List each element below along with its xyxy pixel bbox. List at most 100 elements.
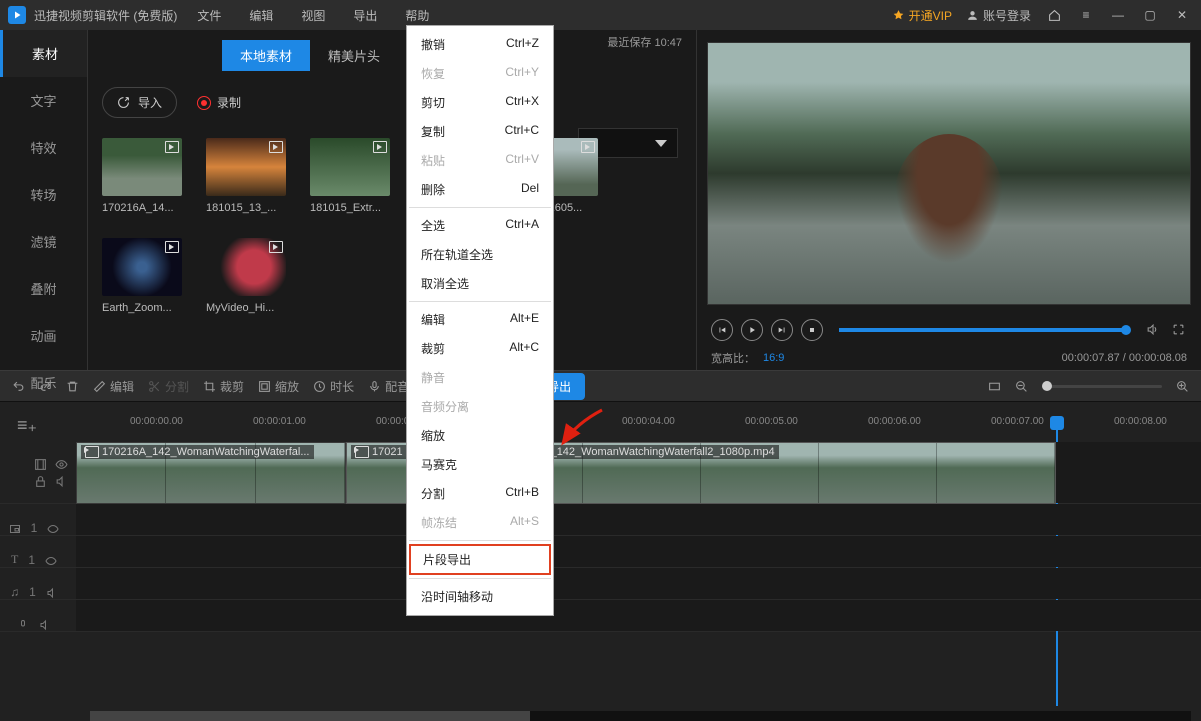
menu-export[interactable]: 导出 [353,7,377,24]
titlebar: 迅捷视频剪辑软件 (免费版) 文件 编辑 视图 导出 帮助 开通VIP 账号登录… [0,0,1201,30]
ctx-裁剪[interactable]: 裁剪Alt+C [407,334,553,363]
ctx-马赛克[interactable]: 马赛克 [407,450,553,479]
edit-button[interactable]: 编辑 [93,378,134,395]
redo-button[interactable] [39,380,52,393]
nav-overlay[interactable]: 叠附 [0,265,87,312]
record-button[interactable]: 录制 [197,94,241,111]
import-button[interactable]: 导入 [102,87,177,118]
preview-panel: 宽高比： 16:9 00:00:07.87 / 00:00:08.08 [697,30,1201,370]
menu-help[interactable]: 帮助 [405,7,429,24]
ctx-沿时间轴移动[interactable]: 沿时间轴移动 [407,582,553,611]
media-thumb[interactable]: 181015_Extr... [310,138,390,214]
overlay-track: 1 [0,504,1201,536]
clip-1[interactable]: 170216A_142_WomanWatchingWaterfal... [76,442,346,504]
next-frame-button[interactable] [771,319,793,341]
pip-icon [9,523,21,535]
time-display: 00:00:07.87 / 00:00:08.08 [1062,352,1187,364]
vip-button[interactable]: 开通VIP [892,7,952,24]
video-track: 170216A_142_WomanWatchingWaterfal... 170… [0,442,1201,504]
progress-bar[interactable] [839,328,1127,332]
ctx-所在轨道全选[interactable]: 所在轨道全选 [407,240,553,269]
aspect-value[interactable]: 16:9 [763,352,784,364]
nav-text[interactable]: 文字 [0,77,87,124]
chevron-down-icon [655,140,667,147]
menu-file[interactable]: 文件 [197,7,221,24]
ctx-缩放[interactable]: 缩放 [407,421,553,450]
media-thumb[interactable]: 170216A_14... [102,138,182,214]
film-icon [34,458,47,471]
voiceover-button[interactable]: 配音 [368,378,409,395]
home-icon[interactable] [1045,6,1063,24]
stop-button[interactable] [801,319,823,341]
menu-view[interactable]: 视图 [301,7,325,24]
mute-icon[interactable] [39,619,51,631]
ctx-复制[interactable]: 复制Ctrl+C [407,117,553,146]
eye-icon[interactable] [47,523,59,535]
eye-icon[interactable] [45,555,57,567]
app-title: 迅捷视频剪辑软件 (免费版) [34,7,177,24]
timeline: ≡₊ 00:00:00.0000:00:01.0000:00:02.0000:0… [0,402,1201,721]
ctx-删除[interactable]: 删除Del [407,175,553,204]
undo-button[interactable] [12,380,25,393]
eye-icon[interactable] [55,458,68,471]
mic-icon [17,619,29,631]
fit-button[interactable] [988,380,1001,393]
ctx-撤销[interactable]: 撤销Ctrl+Z [407,30,553,59]
crop-button[interactable]: 裁剪 [203,378,244,395]
ctx-编辑[interactable]: 编辑Alt+E [407,305,553,334]
ctx-取消全选[interactable]: 取消全选 [407,269,553,298]
text-track: T1 [0,536,1201,568]
aspect-label: 宽高比： [711,350,755,366]
fullscreen-icon[interactable] [1169,321,1187,339]
minimize-icon[interactable]: — [1109,6,1127,24]
save-info: 最近保存 10:47 [607,34,682,50]
nav-filter[interactable]: 滤镜 [0,218,87,265]
delete-button[interactable] [66,380,79,393]
video-preview[interactable] [707,42,1191,305]
timeline-scrollbar[interactable] [90,711,1191,721]
ctx-恢复: 恢复Ctrl+Y [407,59,553,88]
left-nav: 素材 文字 特效 转场 滤镜 叠附 动画 配乐 [0,30,88,370]
menubar: 文件 编辑 视图 导出 帮助 [197,7,429,24]
voiceover-track [0,600,1201,632]
ctx-分割[interactable]: 分割Ctrl+B [407,479,553,508]
maximize-icon[interactable]: ▢ [1141,6,1159,24]
nav-animation[interactable]: 动画 [0,312,87,359]
duration-button[interactable]: 时长 [313,378,354,395]
nav-effects[interactable]: 特效 [0,124,87,171]
tab-local[interactable]: 本地素材 [222,40,310,71]
video-track-content[interactable]: 170216A_142_WomanWatchingWaterfal... 170… [76,442,1201,503]
zoom-out-button[interactable] [1015,380,1028,393]
zoom-button[interactable]: 缩放 [258,378,299,395]
ctx-全选[interactable]: 全选Ctrl+A [407,211,553,240]
login-button[interactable]: 账号登录 [966,7,1031,24]
hamburger-icon[interactable]: ≡ [1077,6,1095,24]
tab-templates[interactable]: 精美片头 [310,40,398,71]
progress-handle[interactable] [1121,325,1131,335]
lock-icon[interactable] [34,475,47,488]
play-button[interactable] [741,319,763,341]
close-icon[interactable]: ✕ [1173,6,1191,24]
mute-icon[interactable] [55,475,68,488]
zoom-slider[interactable] [1042,385,1162,388]
ctx-粘贴: 粘贴Ctrl+V [407,146,553,175]
mute-icon[interactable] [46,587,58,599]
nav-transition[interactable]: 转场 [0,171,87,218]
ctx-片段导出[interactable]: 片段导出 [409,544,551,575]
audio-track: ♫1 [0,568,1201,600]
media-thumb[interactable]: 181015_13_... [206,138,286,214]
ctx-剪切[interactable]: 剪切Ctrl+X [407,88,553,117]
music-icon: ♫ [10,585,19,599]
ctx-音频分离: 音频分离 [407,392,553,421]
media-thumb[interactable]: MyVideo_Hi... [206,238,286,314]
add-track-button[interactable]: ≡₊ [14,412,40,438]
prev-frame-button[interactable] [711,319,733,341]
zoom-in-button[interactable] [1176,380,1189,393]
menu-edit[interactable]: 编辑 [249,7,273,24]
split-button[interactable]: 分割 [148,378,189,395]
nav-media[interactable]: 素材 [0,30,87,77]
volume-icon[interactable] [1143,321,1161,339]
ctx-静音: 静音 [407,363,553,392]
media-thumb[interactable]: Earth_Zoom... [102,238,182,314]
app-icon [8,6,26,24]
